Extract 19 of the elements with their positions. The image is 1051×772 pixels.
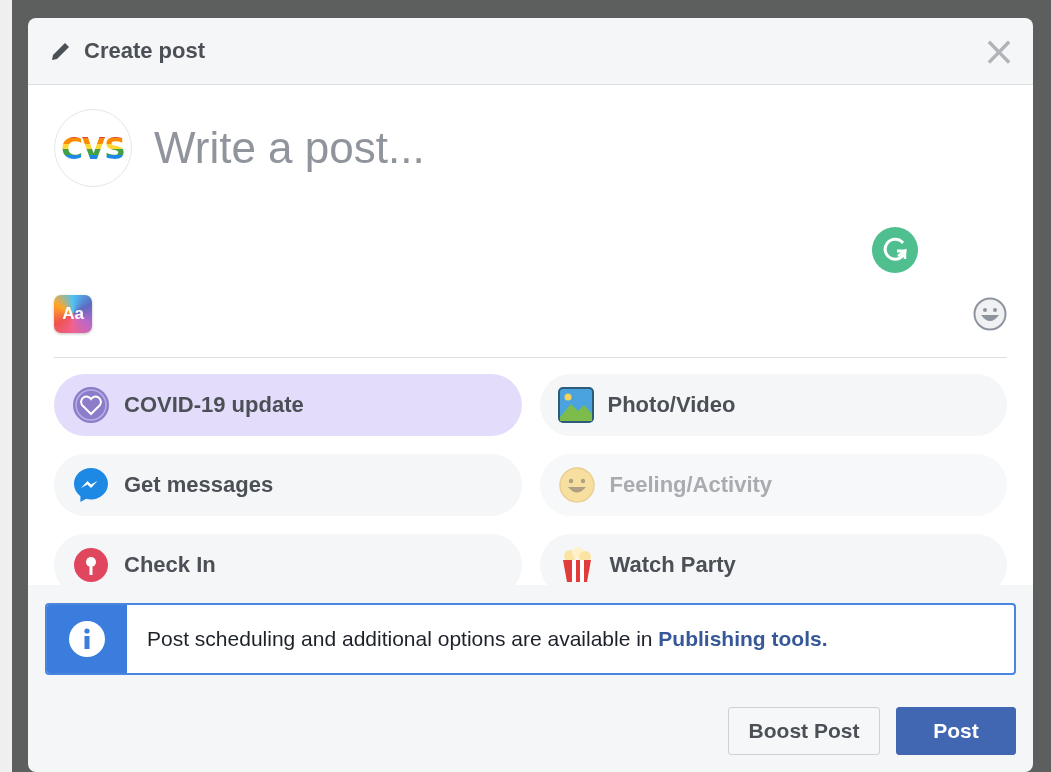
option-button[interactable]: Get messages [54, 454, 522, 516]
option-button[interactable]: Check In [54, 534, 522, 585]
option-button[interactable]: Photo/Video [539, 374, 1007, 436]
dialog-title: Create post [84, 38, 207, 64]
messenger-icon [72, 466, 110, 504]
pencil-icon [50, 40, 72, 62]
info-message: Post scheduling and additional options are available in Publishing tools. [146, 627, 828, 651]
info-icon [68, 620, 106, 658]
option-button[interactable]: Watch Party [539, 534, 1007, 585]
post-button[interactable]: Post [896, 707, 1016, 755]
boost-post-button[interactable]: Boost Post [728, 707, 880, 755]
pin-icon [72, 546, 110, 584]
grammarly-icon[interactable] [872, 227, 918, 273]
emoji-icon[interactable] [973, 297, 1007, 331]
option-button[interactable]: COVID-19 update [54, 374, 522, 436]
heart-icon [72, 386, 110, 424]
smiley-icon [557, 466, 596, 504]
publishing-tools-link[interactable]: Publishing tools. [658, 627, 828, 650]
photo-icon [557, 387, 594, 423]
